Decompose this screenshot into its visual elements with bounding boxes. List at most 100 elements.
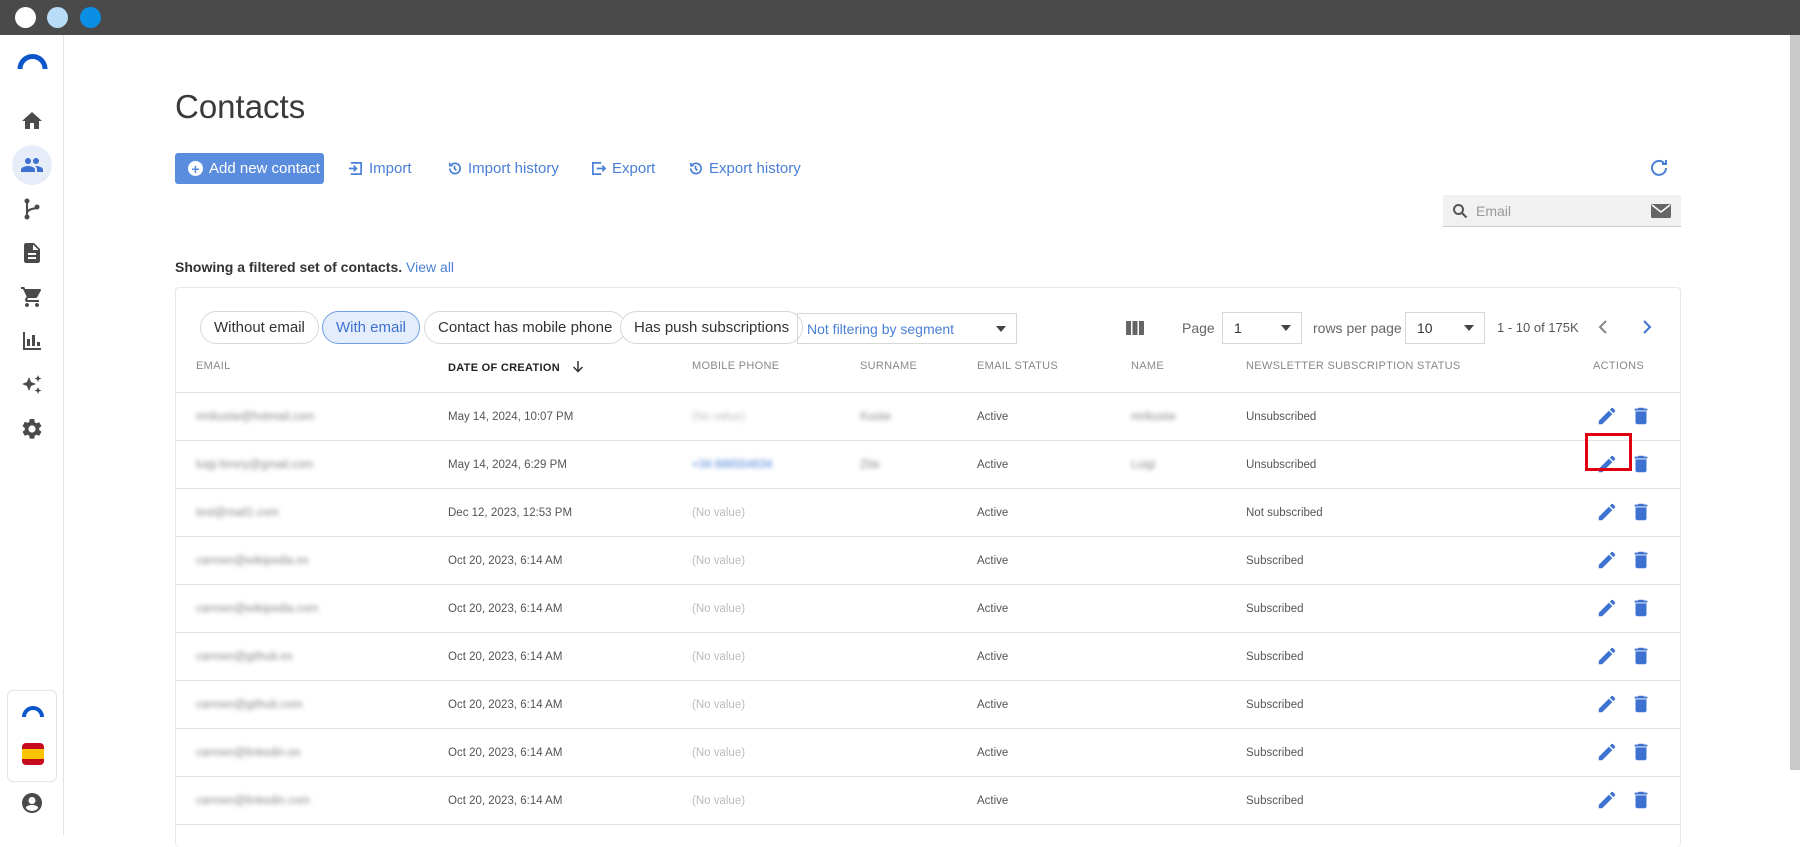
cell-email: mrikusiw@hotmail.com [196,411,315,423]
refresh-button[interactable] [1648,157,1670,179]
cell-email: carmen@github.com [196,699,303,711]
table-row[interactable]: carmen@linkedin.com Oct 20, 2023, 6:14 AM… [175,777,1681,825]
add-new-contact-button[interactable]: + Add new contact [175,153,324,184]
window-dot-minimize[interactable] [47,7,68,28]
add-new-contact-label: Add new contact [209,160,320,177]
previous-page-button[interactable] [1595,318,1613,336]
cell-email-status: Active [977,411,1009,423]
edit-contact-button[interactable] [1596,741,1620,765]
table-row[interactable]: carmen@github.com Oct 20, 2023, 6:14 AM (N… [175,681,1681,729]
view-all-link[interactable]: View all [406,259,454,275]
email-search-field[interactable] [1443,195,1681,227]
chip-without-email[interactable]: Without email [200,311,319,344]
delete-contact-button[interactable] [1630,645,1654,669]
sidebar [0,35,64,835]
trash-icon [1634,599,1648,617]
sidebar-item-contacts[interactable] [12,145,52,185]
cell-mobile-phone[interactable]: +34 686554634 [692,441,772,489]
cell-mobile-phone: (No value) [692,651,746,663]
chip-contact-has-mobile-phone[interactable]: Contact has mobile phone [424,311,627,344]
sidebar-item-ai[interactable] [12,365,52,405]
delete-contact-button[interactable] [1630,549,1654,573]
cell-date-of-creation: Oct 20, 2023, 6:14 AM [448,699,563,711]
cell-newsletter-status: Unsubscribed [1246,411,1317,423]
table-row[interactable]: mrikusiw@hotmail.com May 14, 2024, 10:07 … [175,393,1681,441]
chip-has-push-subscriptions[interactable]: Has push subscriptions [620,311,804,344]
table-row[interactable]: carmen@wikipedia.es Oct 20, 2023, 6:14 AM… [175,537,1681,585]
page-scrollbar[interactable] [1790,35,1800,770]
sidebar-item-templates[interactable] [12,233,52,273]
delete-contact-button[interactable] [1630,789,1654,813]
column-header-surname[interactable]: Surname [860,360,917,372]
window-dot-close[interactable] [15,7,36,28]
import-history-button[interactable]: Import history [447,153,559,184]
pencil-icon [1598,407,1616,425]
spain-flag-icon[interactable] [22,743,44,765]
email-search-input[interactable] [1476,202,1646,219]
window-dot-maximize[interactable] [80,7,101,28]
cell-newsletter-status: Subscribed [1246,555,1304,567]
table-row[interactable]: carmen@wikipedia.com Oct 20, 2023, 6:14 A… [175,585,1681,633]
edit-contact-button[interactable] [1596,501,1620,525]
page-select-value: 1 [1234,320,1242,336]
segment-select[interactable]: Not filtering by segment [797,313,1017,344]
export-history-label: Export history [709,160,801,177]
edit-contact-button[interactable] [1596,549,1620,573]
sidebar-item-home[interactable] [12,101,52,141]
cell-email-status: Active [977,459,1009,471]
column-header-email[interactable]: Email [196,360,231,372]
sidebar-item-ecommerce[interactable] [12,277,52,317]
cell-mobile-phone: (No value) [692,603,746,615]
edit-contact-button[interactable] [1596,405,1620,429]
cell-date-of-creation: May 14, 2024, 6:29 PM [448,459,567,471]
table-row[interactable]: luigi.ferery@gmail.com May 14, 2024, 6:29… [175,441,1681,489]
edit-contact-button[interactable] [1596,693,1620,717]
filter-note: Showing a filtered set of contacts. View… [175,259,454,275]
column-header-date-of-creation[interactable]: Date of creation [448,360,584,374]
delete-contact-button[interactable] [1630,501,1654,525]
cart-icon [21,287,42,307]
column-header-mobile-phone[interactable]: Mobile phone [692,360,779,372]
table-row[interactable]: test@mail1.com Dec 12, 2023, 12:53 PM (No … [175,489,1681,537]
trash-icon [1634,791,1648,809]
column-header-newsletter-status[interactable]: Newsletter subscription status [1246,360,1461,372]
cell-date-of-creation: Oct 20, 2023, 6:14 AM [448,603,563,615]
sidebar-item-reports[interactable] [12,321,52,361]
delete-contact-button[interactable] [1630,453,1654,477]
chip-with-email[interactable]: With email [322,311,421,344]
sidebar-item-settings[interactable] [12,409,52,449]
delete-contact-button[interactable] [1630,405,1654,429]
delete-contact-button[interactable] [1630,741,1654,765]
columns-icon[interactable] [1126,321,1144,335]
sidebar-item-flows[interactable] [12,189,52,229]
delete-contact-button[interactable] [1630,597,1654,621]
table-row[interactable]: carmen@linkedin.es Oct 20, 2023, 6:14 AM (… [175,729,1681,777]
next-page-button[interactable] [1637,318,1655,336]
export-button[interactable]: Export [591,153,655,184]
pencil-icon [1598,695,1616,713]
edit-contact-button[interactable] [1596,645,1620,669]
brand-small-icon[interactable] [22,705,44,719]
export-history-button[interactable]: Export history [688,153,801,184]
cell-date-of-creation: Dec 12, 2023, 12:53 PM [448,507,573,519]
account-icon[interactable] [12,783,52,823]
brand-logo-icon[interactable] [17,53,48,70]
arrow-down-icon [573,361,584,373]
import-button[interactable]: Import [348,153,412,184]
import-label: Import [369,160,412,177]
edit-contact-button[interactable] [1596,789,1620,813]
cell-email-status: Active [977,699,1009,711]
edit-contact-button[interactable] [1596,597,1620,621]
cell-email: carmen@linkedin.com [196,795,310,807]
pagination-range: 1 - 10 of 175K [1497,320,1579,335]
delete-contact-button[interactable] [1630,693,1654,717]
trash-icon [1634,743,1648,761]
chevron-down-icon [1464,325,1474,331]
page-select[interactable]: 1 [1222,312,1302,344]
column-header-name[interactable]: Name [1131,360,1164,372]
search-icon [1453,203,1468,218]
column-header-email-status[interactable]: Email status [977,360,1058,372]
chevron-right-icon [1643,320,1652,334]
table-row[interactable]: carmen@github.es Oct 20, 2023, 6:14 AM (No… [175,633,1681,681]
rows-per-page-select[interactable]: 10 [1405,312,1485,344]
